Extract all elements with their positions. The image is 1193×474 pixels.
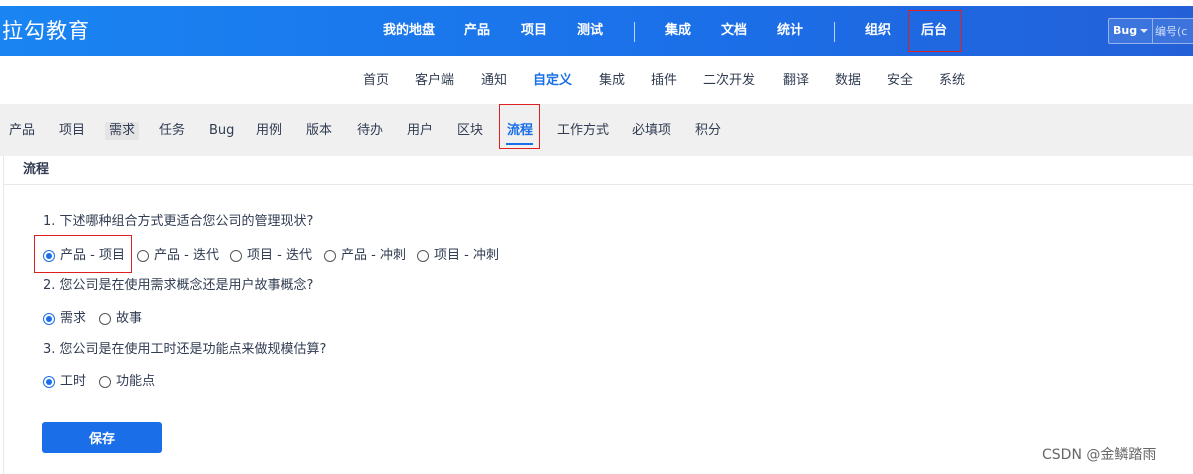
tab-score[interactable]: 积分 bbox=[695, 122, 721, 140]
nav-item-product[interactable]: 产品 bbox=[464, 22, 490, 40]
search-input[interactable] bbox=[1155, 19, 1193, 43]
option-label: 工时 bbox=[60, 374, 87, 389]
tab-story[interactable]: 需求 bbox=[105, 122, 140, 140]
tab-todo[interactable]: 待办 bbox=[357, 122, 383, 140]
highlight-box-flow bbox=[499, 104, 540, 149]
radio-checked[interactable] bbox=[43, 313, 55, 325]
option-label: 故事 bbox=[116, 311, 143, 326]
subnav-item-translate[interactable]: 翻译 bbox=[783, 72, 809, 90]
radio-checked[interactable] bbox=[43, 376, 55, 388]
nav-item-integration[interactable]: 集成 bbox=[665, 22, 691, 40]
subnav-item-security[interactable]: 安全 bbox=[887, 72, 913, 90]
question-3: 3. 您公司是在使用工时还是功能点来做规模估算? bbox=[43, 342, 327, 357]
custom-tabs: 产品 项目 需求 任务 Bug 用例 版本 待办 用户 区块 流程 工作方式 必… bbox=[0, 104, 1193, 156]
nav-item-docs[interactable]: 文档 bbox=[721, 22, 747, 40]
subnav-item-notify[interactable]: 通知 bbox=[481, 72, 507, 90]
subnav-item-plugin[interactable]: 插件 bbox=[651, 72, 677, 90]
brand-logo: 拉勾教育 bbox=[2, 19, 90, 43]
subnav-item-data[interactable]: 数据 bbox=[835, 72, 861, 90]
search-box: Bug bbox=[1108, 18, 1193, 44]
highlight-box-option bbox=[34, 235, 132, 273]
nav-item-my[interactable]: 我的地盘 bbox=[383, 22, 435, 40]
tab-build[interactable]: 版本 bbox=[306, 122, 332, 140]
sub-nav: 首页 客户端 通知 自定义 集成 插件 二次开发 翻译 数据 安全 系统 bbox=[0, 72, 1193, 92]
subnav-item-dev[interactable]: 二次开发 bbox=[703, 72, 755, 90]
option-label: 功能点 bbox=[116, 374, 156, 389]
nav-item-stats[interactable]: 统计 bbox=[777, 22, 803, 40]
save-button[interactable]: 保存 bbox=[42, 422, 162, 453]
option-label: 项目 - 冲刺 bbox=[434, 248, 499, 263]
tab-task[interactable]: 任务 bbox=[159, 122, 185, 140]
search-type-select[interactable]: Bug bbox=[1109, 19, 1153, 43]
option-label: 产品 - 冲刺 bbox=[341, 248, 406, 263]
top-navbar: 拉勾教育 我的地盘 产品 项目 测试 集成 文档 统计 组织 后台 Bug bbox=[0, 6, 1193, 56]
subnav-item-custom[interactable]: 自定义 bbox=[533, 72, 572, 90]
subnav-item-home[interactable]: 首页 bbox=[363, 72, 389, 90]
radio[interactable] bbox=[99, 313, 111, 325]
subnav-item-integration[interactable]: 集成 bbox=[599, 72, 625, 90]
radio[interactable] bbox=[99, 376, 111, 388]
subnav-item-client[interactable]: 客户端 bbox=[415, 72, 454, 90]
radio[interactable] bbox=[324, 250, 336, 262]
search-type-label: Bug bbox=[1113, 24, 1138, 37]
tab-bug[interactable]: Bug bbox=[209, 122, 234, 140]
radio[interactable] bbox=[230, 250, 242, 262]
radio[interactable] bbox=[417, 250, 429, 262]
nav-item-org[interactable]: 组织 bbox=[865, 22, 891, 40]
nav-divider bbox=[834, 22, 835, 42]
subnav-item-system[interactable]: 系统 bbox=[939, 72, 965, 90]
nav-item-project[interactable]: 项目 bbox=[521, 22, 547, 40]
option-label: 产品 - 迭代 bbox=[154, 248, 219, 263]
watermark: CSDN @金鳞踏雨 bbox=[1042, 447, 1157, 463]
question-1: 1. 下述哪种组合方式更适合您公司的管理现状? bbox=[43, 214, 314, 229]
question-2: 2. 您公司是在使用需求概念还是用户故事概念? bbox=[43, 278, 314, 293]
radio[interactable] bbox=[137, 250, 149, 262]
option-label: 项目 - 迭代 bbox=[247, 248, 312, 263]
panel-header: 流程 bbox=[4, 156, 1193, 185]
tab-testcase[interactable]: 用例 bbox=[256, 122, 282, 140]
highlight-box-admin bbox=[908, 10, 962, 52]
nav-item-test[interactable]: 测试 bbox=[577, 22, 603, 40]
flow-panel: 流程 1. 下述哪种组合方式更适合您公司的管理现状? 产品 - 项目 产品 - … bbox=[3, 156, 1193, 474]
tab-block[interactable]: 区块 bbox=[457, 122, 483, 140]
panel-title: 流程 bbox=[23, 162, 50, 177]
nav-divider bbox=[634, 22, 635, 42]
tab-user[interactable]: 用户 bbox=[407, 122, 433, 140]
tab-required[interactable]: 必填项 bbox=[632, 122, 671, 140]
tab-product[interactable]: 产品 bbox=[9, 122, 35, 140]
tab-work-mode[interactable]: 工作方式 bbox=[557, 122, 609, 140]
caret-down-icon bbox=[1140, 29, 1148, 33]
option-label: 需求 bbox=[60, 311, 87, 326]
tab-project[interactable]: 项目 bbox=[59, 122, 85, 140]
